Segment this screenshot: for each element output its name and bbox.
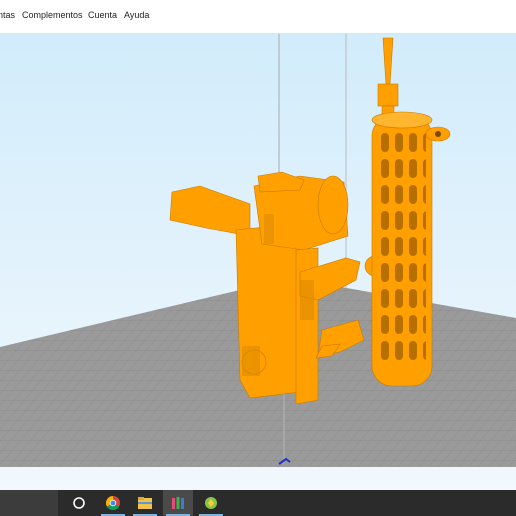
menu-item-cuenta[interactable]: Cuenta	[88, 10, 117, 20]
menu-item-ayuda[interactable]: Ayuda	[124, 10, 149, 20]
cura-taskbar-button[interactable]	[163, 490, 193, 516]
menu-item-ventanas[interactable]: ntas	[0, 10, 15, 20]
file-explorer-taskbar-button[interactable]	[130, 490, 160, 516]
app-taskbar-button[interactable]	[196, 490, 226, 516]
chrome-taskbar-button[interactable]	[98, 490, 128, 516]
cortana-icon	[73, 497, 85, 509]
menu-item-complementos[interactable]: Complementos	[22, 10, 83, 20]
cortana-button[interactable]	[64, 490, 94, 516]
cura-app-icon	[172, 497, 184, 509]
taskbar	[0, 490, 516, 516]
3d-viewport[interactable]	[0, 34, 516, 490]
chrome-icon	[106, 496, 120, 510]
app-icon	[205, 497, 217, 509]
menu-bar: ntas Complementos Cuenta Ayuda	[0, 0, 516, 34]
file-explorer-icon	[138, 497, 152, 509]
taskbar-search-box[interactable]	[0, 490, 58, 516]
